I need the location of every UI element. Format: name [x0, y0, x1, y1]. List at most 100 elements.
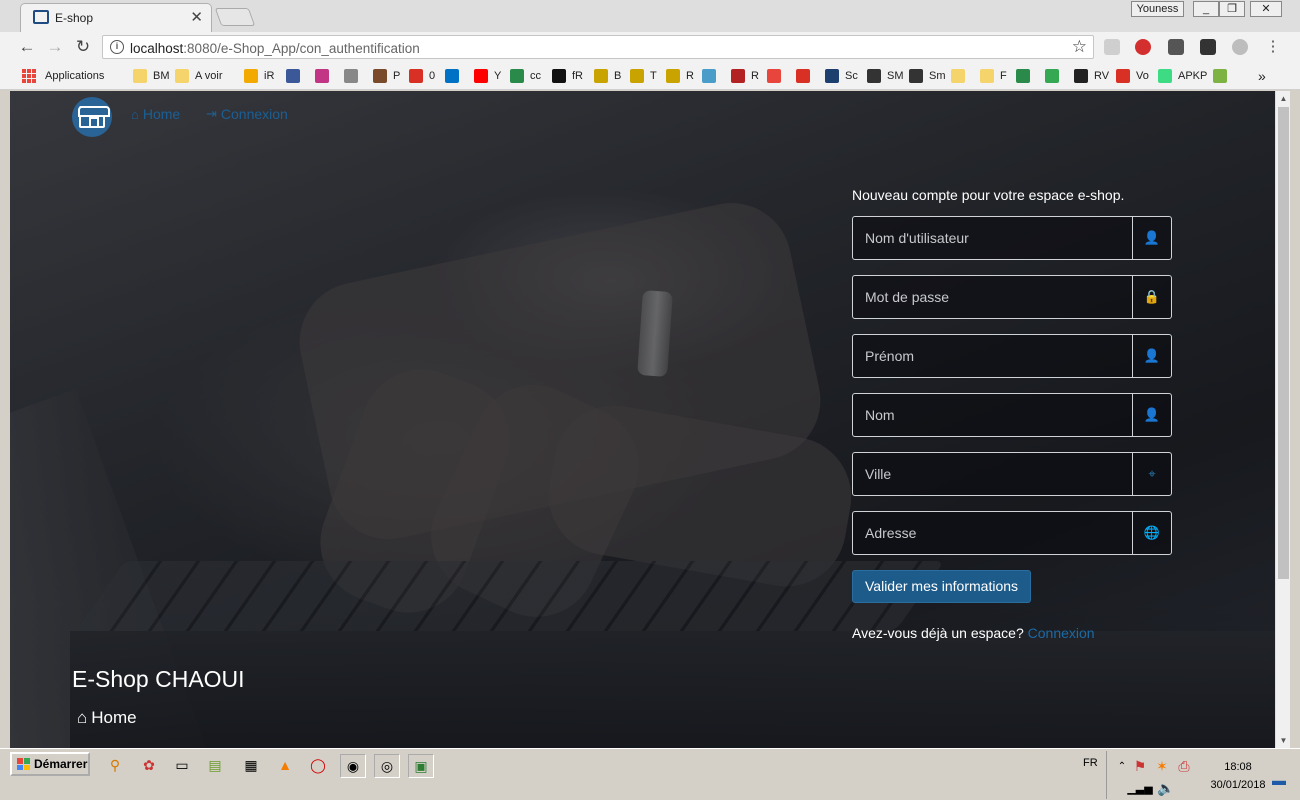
- adblock-icon[interactable]: [1135, 39, 1151, 55]
- bookmark-item[interactable]: R: [666, 68, 694, 84]
- shop-logo[interactable]: [72, 97, 112, 137]
- bookmark-item[interactable]: [767, 68, 787, 84]
- bookmark-label: RV: [1094, 70, 1110, 82]
- antivirus-icon[interactable]: ✶: [1151, 755, 1173, 777]
- bookmark-item[interactable]: Applications: [22, 68, 104, 84]
- extension-icon[interactable]: [1104, 39, 1120, 55]
- language-indicator[interactable]: FR: [1083, 757, 1098, 769]
- clock-date: 30/01/2018: [1210, 779, 1266, 791]
- bookmark-item[interactable]: [1213, 68, 1233, 84]
- bookmark-favicon-icon: [1116, 69, 1130, 83]
- address-bar[interactable]: i localhost:8080/e-Shop_App/con_authenti…: [102, 35, 1094, 59]
- bookmark-item[interactable]: Vo: [1116, 68, 1149, 84]
- reload-icon[interactable]: ↻: [72, 36, 94, 58]
- film-icon[interactable]: ▦: [240, 754, 262, 776]
- app-icon[interactable]: ✿: [138, 754, 160, 776]
- page-scrollbar[interactable]: ▲ ▼: [1275, 91, 1290, 748]
- bookmark-item[interactable]: APKP: [1158, 68, 1207, 84]
- opera-icon[interactable]: ◯: [307, 754, 329, 776]
- bookmark-item[interactable]: [796, 68, 816, 84]
- nav-home[interactable]: ⌂ Home: [131, 106, 180, 122]
- menu-kebab-icon[interactable]: ⋮: [1262, 36, 1284, 58]
- lock-icon: 🔒: [1132, 276, 1171, 318]
- network-warning-icon[interactable]: ⚑: [1129, 755, 1151, 777]
- vlc-icon[interactable]: ▲: [274, 754, 296, 776]
- bookmark-item[interactable]: 0: [409, 68, 435, 84]
- desktop-icon[interactable]: ▭: [171, 754, 193, 776]
- bookmark-label: B: [614, 70, 622, 82]
- bookmark-item[interactable]: cc: [510, 68, 541, 84]
- city-field: ⌖: [852, 452, 1172, 496]
- bookmark-item[interactable]: P: [373, 68, 400, 84]
- bookmark-star-icon[interactable]: ☆: [1072, 37, 1087, 57]
- store-icon: [78, 106, 110, 128]
- back-icon[interactable]: ←: [16, 36, 38, 58]
- taskbar-clock[interactable]: 18:08 30/01/2018: [1203, 761, 1273, 791]
- submit-button[interactable]: Valider mes informations: [852, 570, 1032, 603]
- bookmark-label: Sm: [929, 70, 946, 82]
- bookmark-item[interactable]: Sc: [825, 68, 858, 84]
- maximize-button[interactable]: ❐: [1219, 1, 1245, 17]
- bookmark-item[interactable]: SM: [867, 68, 904, 84]
- bookmark-item[interactable]: [344, 68, 364, 84]
- bookmark-item[interactable]: Sm: [909, 68, 946, 84]
- new-tab-button[interactable]: [214, 8, 256, 26]
- extension-icon[interactable]: [1168, 39, 1184, 55]
- bookmark-item[interactable]: [445, 68, 465, 84]
- username-input[interactable]: [853, 217, 1132, 259]
- bookmark-item[interactable]: R: [731, 68, 759, 84]
- bookmark-favicon-icon: [175, 69, 189, 83]
- paint-icon[interactable]: ▣: [408, 754, 434, 778]
- search-icon[interactable]: ⚲: [104, 754, 126, 776]
- bookmark-favicon-icon: [980, 69, 994, 83]
- bookmark-item[interactable]: RV: [1074, 68, 1109, 84]
- firstname-input[interactable]: [853, 335, 1132, 377]
- bookmark-item[interactable]: F: [980, 68, 1007, 84]
- browser-tab[interactable]: E-shop ✕: [20, 3, 212, 32]
- volume-icon[interactable]: 🔈: [1155, 777, 1177, 799]
- nav-connexion[interactable]: ⇥ Connexion: [206, 106, 288, 122]
- scroll-up-icon[interactable]: ▲: [1276, 94, 1291, 103]
- bookmark-item[interactable]: fR: [552, 68, 583, 84]
- lastname-input[interactable]: [853, 394, 1132, 436]
- bookmark-item[interactable]: B: [594, 68, 621, 84]
- bookmark-item[interactable]: [286, 68, 306, 84]
- chrome-icon[interactable]: ◉: [340, 754, 366, 778]
- city-input[interactable]: [853, 453, 1132, 495]
- forward-icon[interactable]: →: [44, 36, 66, 58]
- close-window-button[interactable]: ✕: [1250, 1, 1282, 17]
- show-desktop-icon[interactable]: ▬: [1268, 769, 1290, 791]
- scroll-down-icon[interactable]: ▼: [1276, 736, 1291, 745]
- tab-close-icon[interactable]: ✕: [190, 8, 203, 26]
- minimize-button[interactable]: _: [1193, 1, 1219, 17]
- bookmark-item[interactable]: T: [630, 68, 657, 84]
- start-button[interactable]: Démarrer: [10, 752, 90, 776]
- apps-grid-icon: [22, 69, 36, 83]
- bookmark-item[interactable]: [1045, 68, 1065, 84]
- extension-icon[interactable]: [1232, 39, 1248, 55]
- app-window-icon[interactable]: ◎: [374, 754, 400, 778]
- scrollbar-thumb[interactable]: [1278, 107, 1289, 579]
- bookmark-item[interactable]: iR: [244, 68, 274, 84]
- profile-button[interactable]: Youness: [1131, 1, 1184, 17]
- tab-title: E-shop: [55, 11, 94, 25]
- footer-home-link[interactable]: ⌂ Home: [77, 708, 137, 728]
- password-input[interactable]: [853, 276, 1132, 318]
- bookmark-favicon-icon: [630, 69, 644, 83]
- folder-icon[interactable]: ▤: [204, 754, 226, 776]
- bookmarks-overflow-button[interactable]: »: [1258, 68, 1266, 84]
- address-input[interactable]: [853, 512, 1132, 554]
- login-link[interactable]: Connexion: [1028, 625, 1095, 641]
- signal-icon[interactable]: ▁▃▅: [1127, 777, 1152, 799]
- extension-icon[interactable]: [1200, 39, 1216, 55]
- bookmark-label: SM: [887, 70, 904, 82]
- bookmark-item[interactable]: BM: [133, 68, 170, 84]
- bookmark-item[interactable]: [1016, 68, 1036, 84]
- bookmark-item[interactable]: [315, 68, 335, 84]
- site-info-icon[interactable]: i: [110, 40, 124, 54]
- bookmark-item[interactable]: A voir: [175, 68, 223, 84]
- bookmark-item[interactable]: [951, 68, 971, 84]
- bookmark-item[interactable]: [702, 68, 722, 84]
- bookmark-item[interactable]: Y: [474, 68, 501, 84]
- printer-icon[interactable]: ⎙: [1173, 755, 1195, 777]
